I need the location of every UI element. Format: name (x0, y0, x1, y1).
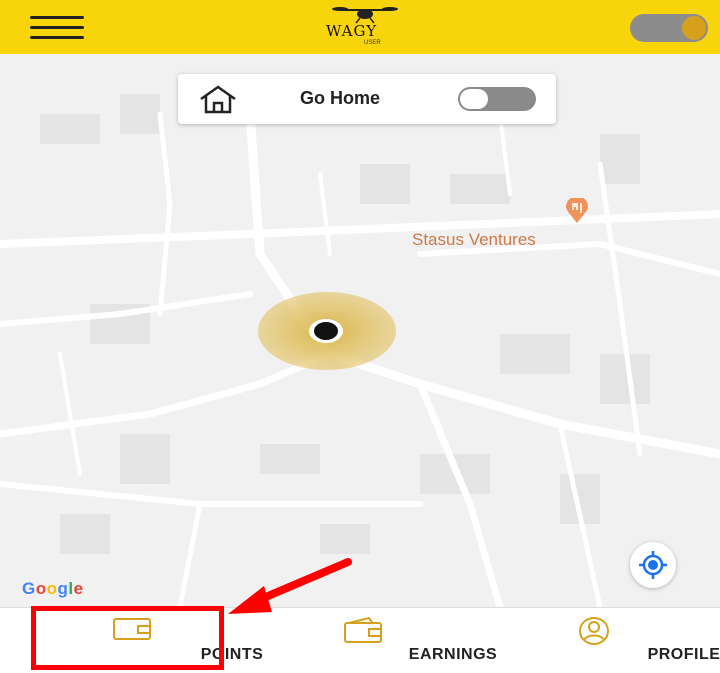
google-attribution: Google (22, 579, 84, 599)
crosshair-icon (639, 551, 667, 579)
drone-icon (332, 7, 398, 24)
toggle-knob (460, 89, 488, 109)
current-location-marker (309, 319, 343, 343)
go-home-label: Go Home (300, 88, 381, 108)
my-location-button[interactable] (630, 542, 676, 588)
go-home-card: Go Home (178, 74, 556, 124)
google-letter: g (57, 579, 69, 598)
google-letter: o (35, 579, 47, 598)
online-toggle[interactable] (630, 14, 708, 42)
profile-icon (579, 617, 609, 645)
nav-profile-label: PROFILE (647, 646, 720, 663)
go-home-toggle[interactable] (458, 87, 536, 111)
google-letter: e (73, 579, 84, 598)
home-icon (200, 85, 236, 114)
app-logo: WAGY USER (320, 4, 410, 50)
logo-wordmark: WAGY (326, 22, 378, 40)
arrow-icon (228, 558, 352, 614)
toggle-knob (682, 16, 706, 40)
logo-subtitle: USER (364, 40, 381, 46)
menu-icon[interactable] (30, 16, 84, 40)
nav-profile[interactable]: PROFILE (514, 608, 720, 673)
top-app-bar: WAGY USER (0, 0, 720, 54)
google-letter: o (46, 579, 58, 598)
wallet-cash-icon (344, 616, 382, 643)
google-letter: G (22, 579, 36, 598)
restaurant-pin-icon[interactable] (564, 198, 590, 224)
highlight-box (31, 606, 224, 670)
nav-earnings-label: EARNINGS (408, 646, 498, 663)
poi-label[interactable]: Stasus Ventures (412, 230, 536, 250)
